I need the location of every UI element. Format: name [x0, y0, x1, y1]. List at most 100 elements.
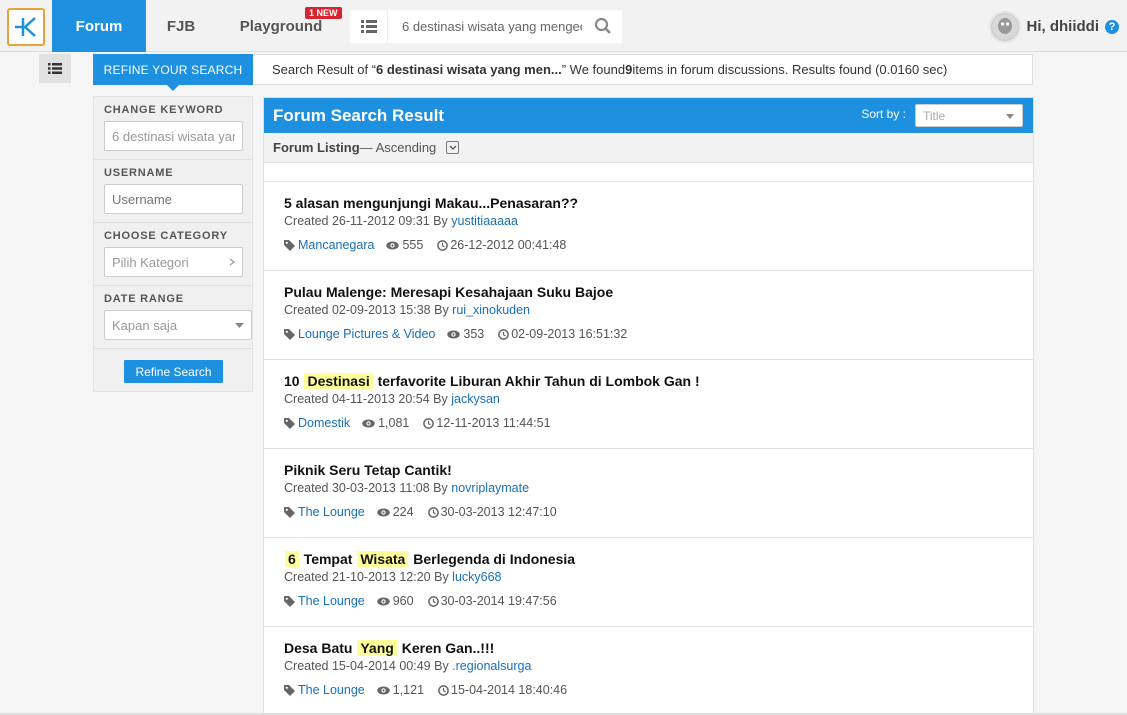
summary-suffix: items in forum discussions. Results foun…: [632, 62, 948, 77]
thread-footer: Lounge Pictures & Video 353 02-09-2013 16:…: [284, 326, 1013, 342]
thread-meta: Created 04-11-2013 20:54 By jackysan: [284, 392, 1013, 408]
views-group: 224: [377, 505, 414, 519]
category-link[interactable]: The Lounge: [298, 683, 365, 697]
username-section: USERNAME: [94, 160, 252, 223]
summary-prefix: Search Result of “: [272, 62, 377, 77]
date-label: DATE RANGE: [104, 293, 184, 305]
avatar[interactable]: [988, 10, 1021, 43]
view-count: 960: [392, 594, 414, 608]
category-label: CHOOSE CATEGORY: [104, 230, 228, 242]
eye-icon: [386, 241, 400, 249]
category-group[interactable]: The Lounge: [284, 505, 365, 519]
author-link[interactable]: rui_xinokuden: [452, 303, 530, 317]
last-post-time: 02-09-2013 16:51:32: [511, 327, 628, 341]
thread-title-link[interactable]: 6 Tempat Wisata Berlegenda di Indonesia: [284, 550, 1013, 568]
result-list: 5 alasan mengunjungi Makau...Penasaran??…: [264, 182, 1033, 714]
title-text: Pulau Malenge: Meresapi Kesahajaan Suku …: [284, 284, 614, 300]
highlighted-term: Wisata: [357, 551, 409, 567]
title-text: terfavorite Liburan Akhir Tahun di Lombo…: [373, 373, 700, 389]
thread-title-link[interactable]: 5 alasan mengunjungi Makau...Penasaran??: [284, 194, 1013, 212]
user-area[interactable]: Hi, dhiiddi ?: [988, 10, 1119, 43]
top-search-input[interactable]: [402, 19, 582, 34]
category-group[interactable]: The Lounge: [284, 683, 365, 697]
category-link[interactable]: The Lounge: [298, 594, 365, 608]
last-post-time: 15-04-2014 18:40:46: [451, 683, 568, 697]
category-link[interactable]: Lounge Pictures & Video: [298, 327, 435, 341]
created-text: Created 21-10-2013 12:20 By: [284, 570, 453, 584]
thread-meta: Created 26-11-2012 09:31 By yustitiaaaaa: [284, 214, 1013, 230]
summary-query: 6 destinasi wisata yang men...: [376, 62, 562, 77]
date-range-select[interactable]: Kapan saja: [104, 310, 252, 340]
tag-icon: [284, 417, 295, 429]
eye-icon: [377, 508, 390, 516]
keyword-section: CHANGE KEYWORD: [94, 97, 252, 160]
author-link[interactable]: .regionalsurga: [452, 659, 531, 673]
category-group[interactable]: The Lounge: [284, 594, 365, 608]
category-group[interactable]: Mancanegara: [284, 238, 374, 252]
date-section: DATE RANGE Kapan saja: [94, 286, 252, 349]
tag-icon: [284, 328, 295, 340]
thread-meta: Created 21-10-2013 12:20 By lucky668: [284, 570, 1013, 586]
tag-icon: [284, 684, 295, 696]
list-item: 6 Tempat Wisata Berlegenda di Indonesia C…: [264, 538, 1033, 627]
category-link[interactable]: Mancanegara: [298, 238, 374, 252]
category-link[interactable]: Domestik: [298, 416, 350, 430]
eye-icon: [447, 330, 461, 338]
date-value: Kapan saja: [112, 317, 178, 333]
summary-mid: ” We found: [561, 62, 626, 77]
category-link[interactable]: The Lounge: [298, 505, 365, 519]
sidebar-toggle-button[interactable]: [39, 54, 71, 83]
help-icon[interactable]: ?: [1105, 19, 1119, 34]
caret-down-icon: [1006, 114, 1014, 119]
list-item: 10 Destinasi terfavorite Liburan Akhir T…: [264, 360, 1033, 449]
listing-bar: Forum Listing — Ascending: [264, 133, 1033, 163]
refine-sidebar: CHANGE KEYWORD USERNAME CHOOSE CATEGORY …: [93, 96, 253, 392]
username-input[interactable]: [104, 184, 243, 214]
logo-k-icon: [15, 17, 36, 37]
search-icon[interactable]: [594, 17, 612, 38]
nav-tab-fjb[interactable]: FJB: [146, 0, 216, 52]
highlighted-term: Yang: [357, 640, 397, 656]
list-menu-button[interactable]: [350, 10, 388, 43]
title-text: Tempat: [299, 551, 357, 567]
author-link[interactable]: yustitiaaaaa: [451, 214, 518, 228]
thread-title-link[interactable]: 10 Destinasi terfavorite Liburan Akhir T…: [284, 372, 1013, 390]
author-link[interactable]: jackysan: [451, 392, 500, 406]
list-item: Pulau Malenge: Meresapi Kesahajaan Suku …: [264, 271, 1033, 360]
list-spacer: [264, 163, 1033, 182]
thread-title-link[interactable]: Piknik Seru Tetap Cantik!: [284, 461, 1013, 479]
keyword-input[interactable]: [104, 121, 243, 151]
username-label: USERNAME: [104, 167, 174, 179]
created-text: Created 26-11-2012 09:31 By: [284, 214, 452, 228]
clock-icon: [427, 506, 439, 518]
list-item: Piknik Seru Tetap Cantik! Created 30-03-2…: [264, 449, 1033, 538]
user-greeting[interactable]: Hi, dhiiddi: [1027, 18, 1100, 35]
refine-search-tab[interactable]: REFINE YOUR SEARCH: [93, 54, 253, 91]
nav-tab-forum[interactable]: Forum: [52, 0, 146, 52]
category-section: CHOOSE CATEGORY Pilih Kategori: [94, 223, 252, 286]
author-link[interactable]: lucky668: [452, 570, 501, 584]
sort-select[interactable]: Title: [915, 104, 1023, 127]
refine-search-button[interactable]: Refine Search: [124, 360, 223, 383]
thread-title-link[interactable]: Pulau Malenge: Meresapi Kesahajaan Suku …: [284, 283, 1013, 301]
clock-icon: [438, 684, 449, 696]
view-count: 1,081: [378, 416, 410, 430]
category-group[interactable]: Domestik: [284, 416, 350, 430]
author-link[interactable]: novriplaymate: [451, 481, 529, 495]
user-avatar-icon: [991, 13, 1018, 40]
last-post-time: 12-11-2013 11:44:51: [436, 416, 551, 430]
category-select[interactable]: Pilih Kategori: [104, 247, 243, 277]
category-group[interactable]: Lounge Pictures & Video: [284, 327, 435, 341]
listing-order: — Ascending: [359, 140, 437, 155]
chevron-down-icon: [449, 145, 457, 150]
created-text: Created 15-04-2014 00:49 By: [284, 659, 453, 673]
views-group: 1,121: [377, 683, 424, 697]
thread-title-link[interactable]: Desa Batu Yang Keren Gan..!!!: [284, 639, 1013, 657]
listing-toggle-button[interactable]: [446, 141, 460, 154]
kaskus-logo[interactable]: [7, 8, 45, 46]
created-text: Created 30-03-2013 11:08 By: [284, 481, 452, 495]
list-icon: [360, 20, 377, 33]
highlighted-term: Destinasi: [304, 373, 373, 389]
title-text: Berlegenda di Indonesia: [409, 551, 576, 567]
thread-footer: Domestik 1,081 12-11-2013 11:44:51: [284, 415, 1013, 431]
